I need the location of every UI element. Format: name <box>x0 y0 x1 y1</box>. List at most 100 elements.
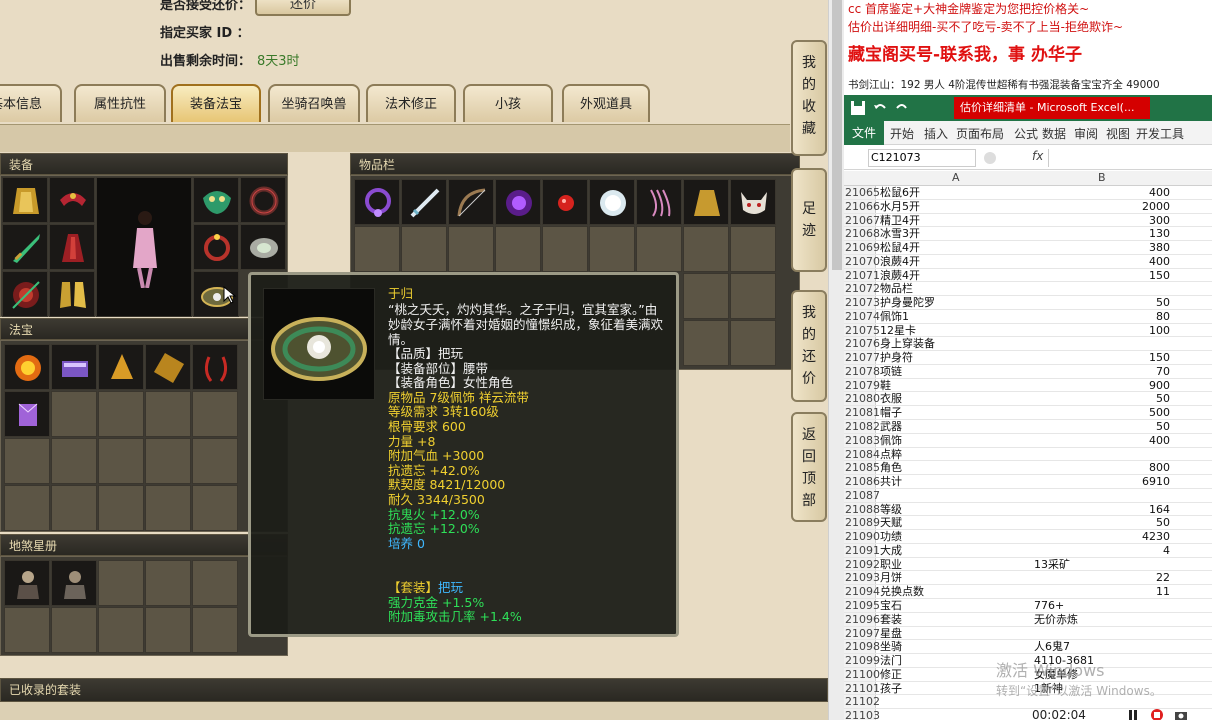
cell-a[interactable]: 点粹 <box>880 448 1030 462</box>
cell-a[interactable]: 项链 <box>880 365 1030 379</box>
cell-a[interactable]: 天赋 <box>880 516 1030 530</box>
cell-a[interactable]: 星盘 <box>880 627 1030 641</box>
ribbon-tab-file[interactable]: 文件 <box>844 121 884 145</box>
ribbon-tab-layout[interactable]: 页面布局 <box>956 125 1004 142</box>
treasure-slot-12[interactable] <box>51 438 97 484</box>
row-number[interactable]: 21079 <box>844 378 880 392</box>
row-number[interactable]: 21094 <box>844 585 880 598</box>
cell-b[interactable]: 人6鬼7 <box>1034 640 1170 654</box>
undo-icon[interactable] <box>872 100 888 116</box>
scrollbar-thumb[interactable] <box>832 0 842 270</box>
row-number[interactable]: 21072 <box>844 282 880 295</box>
row-number[interactable]: 21066 <box>844 199 880 213</box>
inv-slot-4[interactable] <box>495 179 541 225</box>
inv-slot-15[interactable] <box>589 226 635 272</box>
inv-slot-17[interactable] <box>683 226 729 272</box>
row-number[interactable]: 21093 <box>844 571 880 584</box>
row-number[interactable]: 21065 <box>844 186 880 199</box>
cell-a[interactable]: 浪蕨4开 <box>880 269 1030 283</box>
row-number[interactable]: 21067 <box>844 213 880 227</box>
cell-b[interactable]: 50 <box>1034 420 1170 434</box>
row-number[interactable]: 21092 <box>844 557 880 571</box>
row-number[interactable]: 21070 <box>844 254 880 268</box>
row-number[interactable]: 21081 <box>844 406 880 419</box>
row-number[interactable]: 21076 <box>844 337 880 350</box>
inv-slot-21[interactable] <box>683 320 729 366</box>
inv-slot-9[interactable] <box>730 179 776 225</box>
cell-b[interactable]: 4 <box>1034 544 1170 558</box>
equip-slot-mask[interactable] <box>193 177 239 223</box>
cell-a[interactable]: 衣服 <box>880 392 1030 406</box>
inv-slot-18[interactable] <box>730 226 776 272</box>
treasure-slot-20[interactable] <box>192 485 238 531</box>
cell-a[interactable]: 兑换点数 <box>880 585 1030 599</box>
cell-b[interactable]: 164 <box>1034 503 1170 517</box>
tab-mounts[interactable]: 坐骑召唤兽 <box>268 84 360 122</box>
row-number[interactable]: 21071 <box>844 268 880 282</box>
equip-slot-ring[interactable] <box>193 224 239 270</box>
tab-attributes[interactable]: 属性抗性 <box>74 84 166 122</box>
cell-b[interactable]: 50 <box>1034 392 1170 406</box>
star-slot-9[interactable] <box>145 607 191 653</box>
row-number[interactable]: 21080 <box>844 392 880 405</box>
bargain-button[interactable]: 还价 <box>255 0 351 16</box>
cell-a[interactable]: 松鼠4开 <box>880 241 1030 255</box>
treasure-slot-19[interactable] <box>145 485 191 531</box>
equip-slot-weapon[interactable] <box>2 224 48 270</box>
row-number[interactable]: 21068 <box>844 227 880 240</box>
equip-slot-armor[interactable] <box>49 224 95 270</box>
cell-b[interactable]: 900 <box>1034 379 1170 393</box>
inv-slot-14[interactable] <box>542 226 588 272</box>
row-number[interactable]: 21103 <box>844 709 880 720</box>
equip-slot-bracelet[interactable] <box>240 177 286 223</box>
treasure-slot-5[interactable] <box>192 344 238 390</box>
cell-a[interactable]: 共计 <box>880 475 1030 489</box>
ribbon-tab-data[interactable]: 数据 <box>1042 125 1066 142</box>
cell-b[interactable]: 2000 <box>1034 200 1170 214</box>
ribbon-tab-view[interactable]: 视图 <box>1106 125 1130 142</box>
tab-child[interactable]: 小孩 <box>463 84 553 122</box>
treasure-slot-17[interactable] <box>51 485 97 531</box>
column-b-header[interactable]: B <box>1098 171 1106 184</box>
inv-slot-10[interactable] <box>354 226 400 272</box>
row-number[interactable]: 21073 <box>844 296 880 309</box>
cell-a[interactable]: 功绩 <box>880 530 1030 544</box>
stop-record-icon[interactable] <box>1150 708 1164 720</box>
inv-slot-8[interactable] <box>683 179 729 225</box>
cell-a[interactable]: 鞋 <box>880 379 1030 393</box>
cell-b[interactable]: 22 <box>1034 571 1170 585</box>
cell-b[interactable]: 13采矿 <box>1034 558 1170 572</box>
cell-b[interactable]: 无价赤炼 <box>1034 613 1170 627</box>
equip-slot-cloak[interactable] <box>2 177 48 223</box>
cell-b[interactable]: 50 <box>1034 296 1170 310</box>
row-number[interactable]: 21088 <box>844 502 880 516</box>
row-number[interactable]: 21087 <box>844 488 880 502</box>
cell-b[interactable]: 4230 <box>1034 530 1170 544</box>
cell-a[interactable]: 护身符 <box>880 351 1030 365</box>
inv-slot-1[interactable] <box>354 179 400 225</box>
cell-b[interactable]: 400 <box>1034 186 1170 200</box>
treasure-slot-14[interactable] <box>145 438 191 484</box>
cell-a[interactable]: 角色 <box>880 461 1030 475</box>
row-number[interactable]: 21102 <box>844 695 880 708</box>
row-number[interactable]: 21098 <box>844 640 880 653</box>
row-number[interactable]: 21089 <box>844 516 880 529</box>
inv-slot-3[interactable] <box>448 179 494 225</box>
inv-slot-5[interactable] <box>542 179 588 225</box>
ribbon-tab-review[interactable]: 审阅 <box>1074 125 1098 142</box>
star-slot-8[interactable] <box>98 607 144 653</box>
cell-a[interactable]: 水月5开 <box>880 200 1030 214</box>
row-number[interactable]: 21090 <box>844 530 880 543</box>
formula-input[interactable] <box>1048 149 1212 167</box>
ribbon-tab-insert[interactable]: 插入 <box>924 125 948 142</box>
cell-b[interactable]: 70 <box>1034 365 1170 379</box>
cell-a[interactable]: 松鼠6开 <box>880 186 1030 200</box>
inv-slot-7[interactable] <box>636 179 682 225</box>
inv-slot-20[interactable] <box>730 273 776 319</box>
cancel-icon[interactable] <box>982 150 998 166</box>
row-number[interactable]: 21069 <box>844 241 880 254</box>
tab-appearance[interactable]: 外观道具 <box>562 84 650 122</box>
cell-b[interactable]: 150 <box>1034 269 1170 283</box>
treasure-slot-6[interactable] <box>4 391 50 437</box>
inv-slot-11[interactable] <box>401 226 447 272</box>
